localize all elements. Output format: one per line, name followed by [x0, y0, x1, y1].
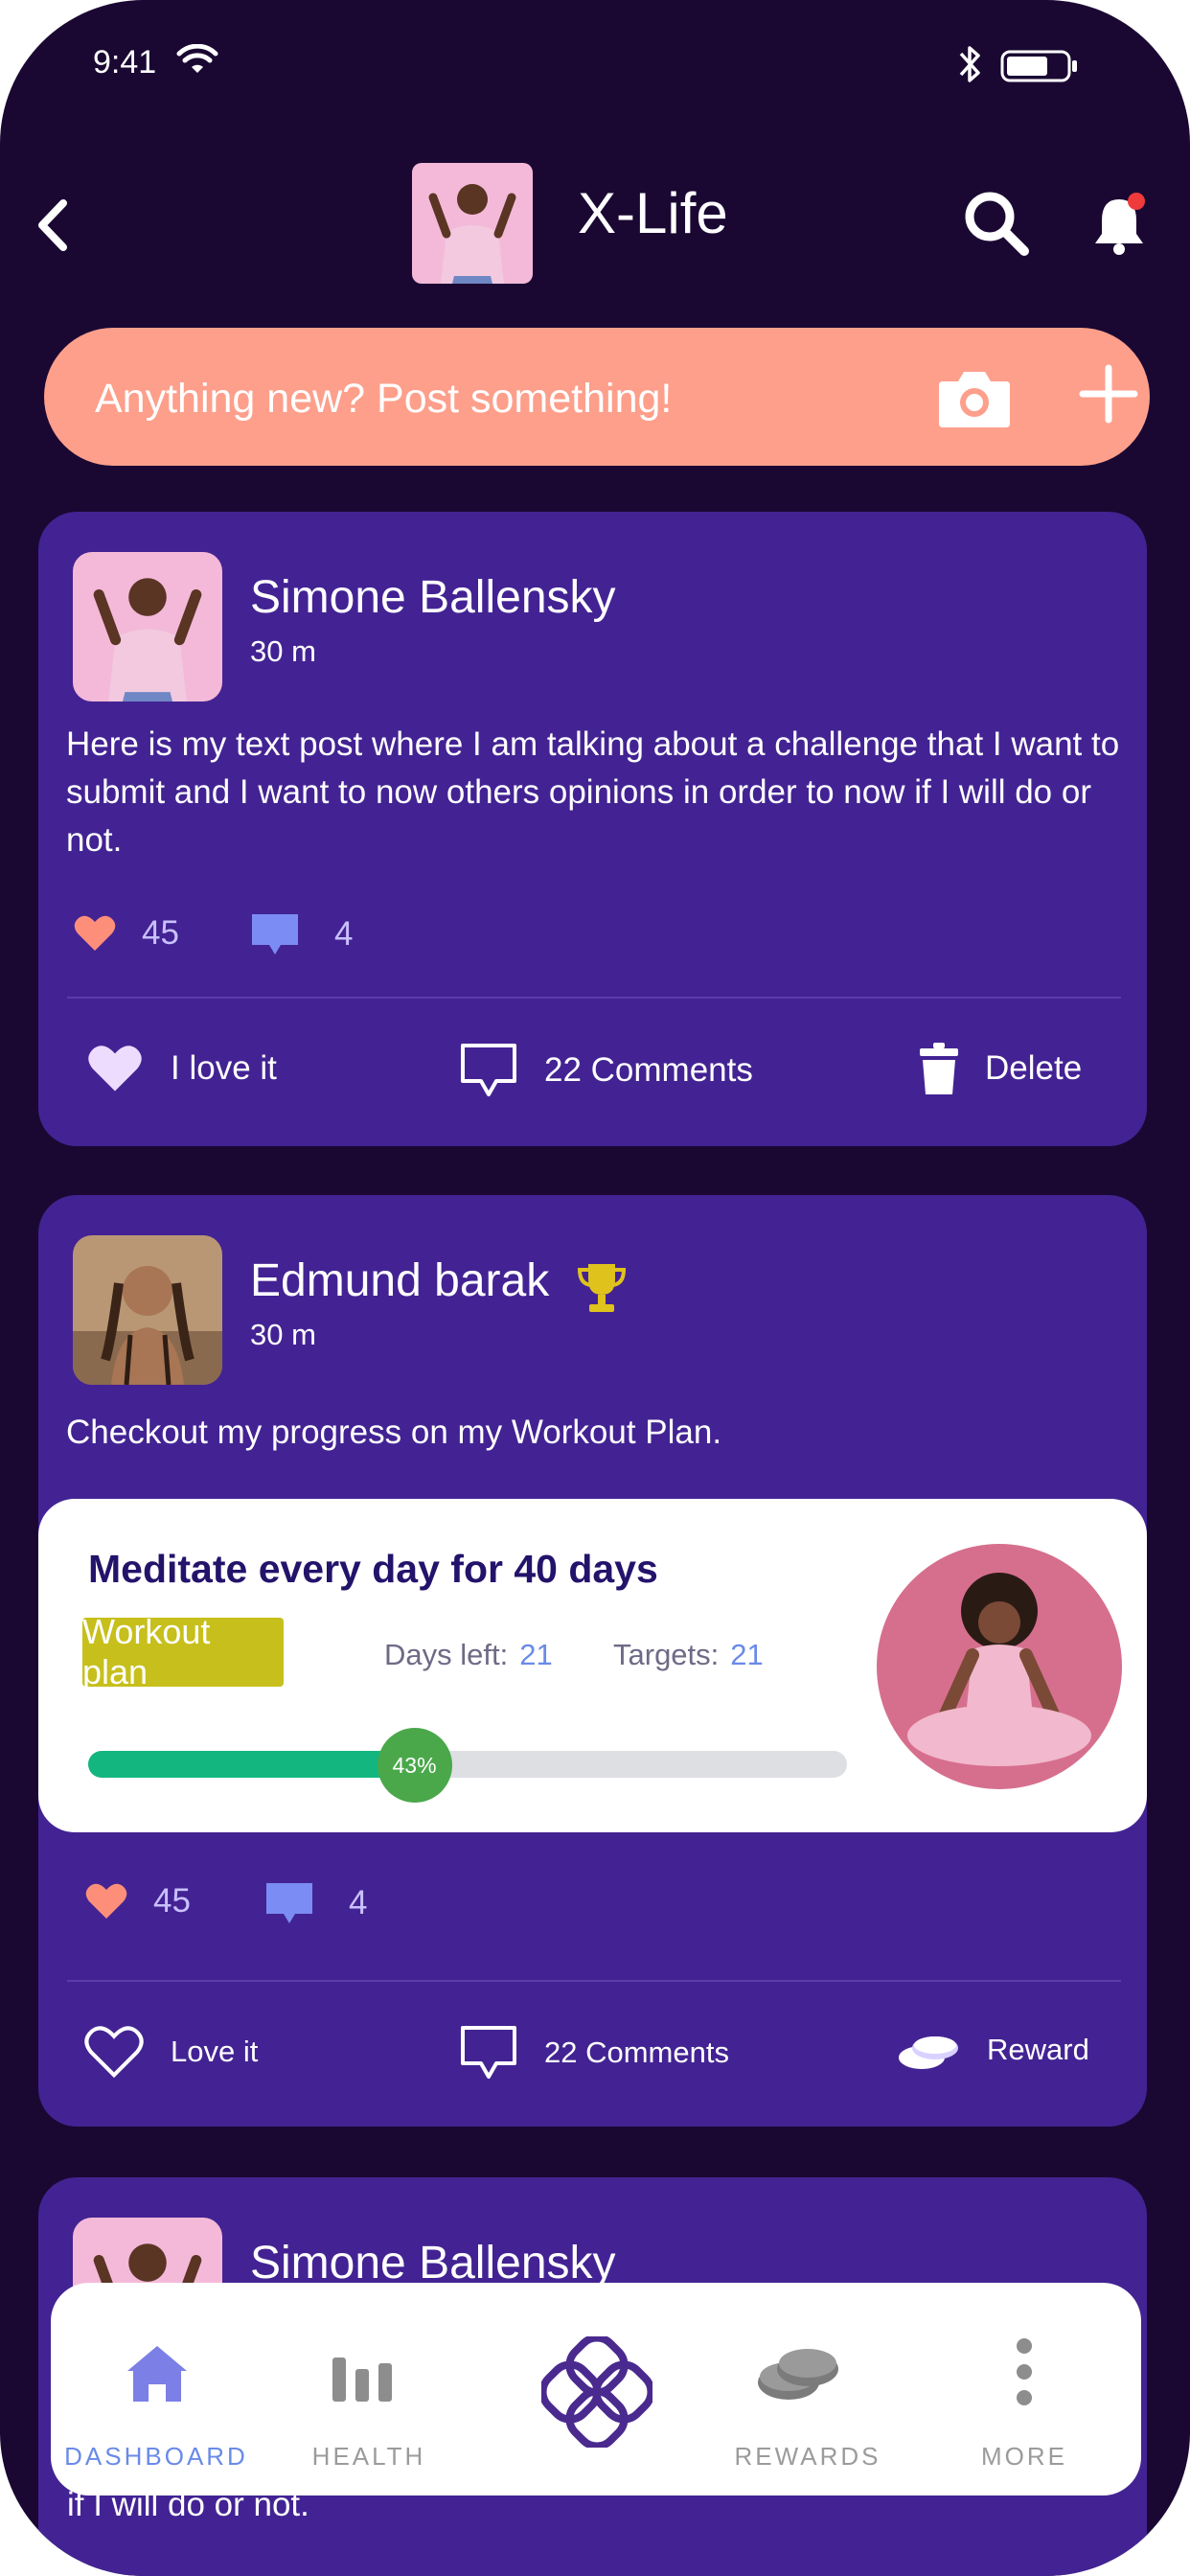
post-card: Simone Ballensky 30 m Here is my text po… [38, 512, 1147, 1146]
author-avatar[interactable] [73, 1235, 222, 1385]
love-label: Love it [171, 2035, 259, 2068]
camera-button[interactable] [937, 366, 1012, 429]
targets: Targets: 21 [613, 1638, 764, 1672]
post-composer[interactable]: Anything new? Post something! [44, 328, 1150, 466]
person-photo-icon [73, 552, 222, 702]
progress-knob: 43% [377, 1728, 452, 1803]
person-photo-icon [412, 163, 533, 284]
more-vertical-icon [1017, 2338, 1032, 2405]
comment-count: 4 [250, 912, 353, 956]
progress-fill [88, 1751, 415, 1778]
author-avatar[interactable] [73, 552, 222, 702]
targets-label: Targets: [613, 1638, 720, 1671]
bluetooth-icon [959, 46, 980, 82]
wifi-icon [176, 44, 218, 73]
comments-label: 22 Comments [544, 2036, 729, 2069]
targets-value: 21 [730, 1638, 764, 1671]
love-label: I love it [171, 1049, 277, 1087]
app-title: X-Life [578, 181, 728, 245]
nav-rewards[interactable]: REWARDS [721, 2283, 894, 2496]
trash-icon [920, 1043, 958, 1094]
nav-label: MORE [981, 2442, 1067, 2471]
nav-app-logo[interactable] [541, 2283, 652, 2496]
divider [67, 1980, 1121, 1982]
bar-chart-icon [332, 2358, 392, 2402]
plan-tag: Workout plan [82, 1612, 284, 1691]
days-left-value: 21 [519, 1638, 553, 1671]
like-count-value: 45 [153, 1882, 191, 1920]
nav-more[interactable]: MORE [957, 2283, 1091, 2496]
comments-button[interactable]: 22 Comments [460, 2025, 729, 2081]
app-screen: 9:41 X-Life Anything new? Post something… [0, 0, 1190, 2576]
coins-icon [758, 2349, 838, 2400]
back-button[interactable] [29, 192, 77, 259]
nav-dashboard[interactable]: DASHBOARD [51, 2283, 262, 2496]
author-name[interactable]: Simone Ballensky [250, 571, 616, 624]
comment-count-value: 4 [334, 915, 354, 953]
days-left-label: Days left: [384, 1638, 509, 1671]
reward-button[interactable]: Reward [897, 2029, 1089, 2071]
nav-label: DASHBOARD [64, 2442, 248, 2471]
progress-track: 43% [88, 1728, 847, 1803]
heart-icon [74, 915, 116, 951]
post-text: Here is my text post where I am talking … [66, 725, 1120, 859]
comment-count: 4 [264, 1881, 367, 1925]
comment-bubble-icon [266, 1883, 312, 1923]
author-name[interactable]: Simone Ballensky [250, 2237, 616, 2289]
like-count-value: 45 [142, 914, 179, 952]
status-time: 9:41 [93, 44, 157, 80]
delete-label: Delete [985, 1049, 1083, 1087]
heart-outline-icon [84, 2026, 144, 2079]
coins-icon [899, 2036, 958, 2069]
person-photo-icon [73, 1235, 222, 1385]
comments-button[interactable]: 22 Comments [460, 1043, 753, 1098]
x-life-logo-icon [541, 2336, 652, 2448]
like-count: 45 [73, 914, 179, 953]
delete-button[interactable]: Delete [920, 1043, 1082, 1094]
post-time: 30 m [250, 1318, 316, 1351]
nav-health[interactable]: HEALTH [292, 2283, 446, 2496]
love-button[interactable]: Love it [84, 2025, 258, 2079]
workout-plan-card[interactable]: Meditate every day for 40 days Workout p… [38, 1499, 1147, 1832]
post-text: Checkout my progress on my Workout Plan. [66, 1414, 722, 1451]
comment-outline-icon [461, 1044, 516, 1096]
plan-title: Meditate every day for 40 days [88, 1547, 658, 1591]
comment-outline-icon [461, 2026, 516, 2079]
heart-icon [85, 1883, 127, 1919]
comment-count-value: 4 [349, 1884, 368, 1921]
divider [67, 997, 1121, 999]
bell-icon[interactable] [1090, 192, 1148, 257]
top-app-bar: X-Life [0, 153, 1190, 288]
nav-label: REWARDS [734, 2442, 881, 2471]
search-icon[interactable] [961, 188, 1030, 257]
days-left: Days left: 21 [384, 1638, 553, 1672]
love-button[interactable]: I love it [86, 1043, 277, 1094]
meditation-photo-icon [877, 1544, 1122, 1789]
battery-icon [1000, 50, 1077, 82]
composer-placeholder: Anything new? Post something! [95, 376, 673, 422]
reward-label: Reward [987, 2033, 1089, 2066]
heart-icon [88, 1046, 142, 1092]
home-icon [127, 2346, 187, 2402]
trophy-icon [577, 1264, 627, 1312]
profile-avatar[interactable] [412, 163, 533, 284]
like-count: 45 [84, 1882, 191, 1920]
post-time: 30 m [250, 634, 316, 668]
comment-bubble-icon [252, 914, 298, 954]
add-post-button[interactable] [1079, 364, 1138, 424]
bottom-navigation: DASHBOARD HEALTH REWARDS MORE [51, 2283, 1141, 2496]
plan-photo [877, 1544, 1122, 1789]
status-bar: 9:41 [0, 0, 1190, 134]
nav-label: HEALTH [311, 2442, 426, 2471]
post-card: Edmund barak 30 m Checkout my progress o… [38, 1195, 1147, 2127]
comments-label: 22 Comments [544, 1051, 753, 1089]
author-name[interactable]: Edmund barak [250, 1254, 549, 1307]
